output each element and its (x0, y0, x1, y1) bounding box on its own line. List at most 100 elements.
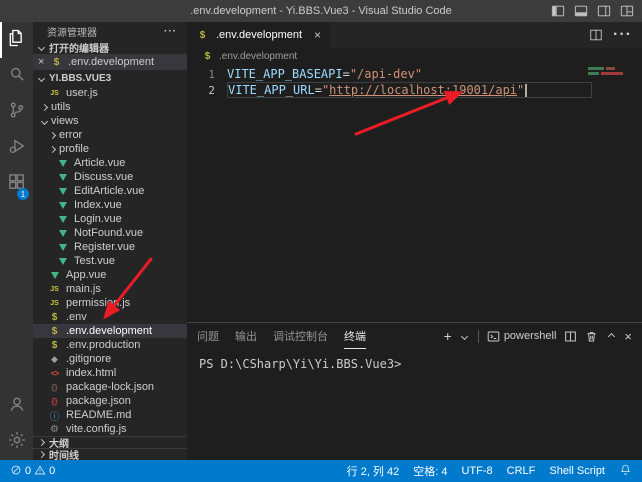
json-lock-file-icon (48, 381, 61, 393)
activity-item-explorer[interactable] (0, 22, 33, 58)
tree-item-index.html[interactable]: index.html (33, 366, 187, 380)
tree-item-user.js[interactable]: user.js (33, 86, 187, 100)
split-editor-icon[interactable] (589, 28, 603, 42)
tree-item-main.js[interactable]: main.js (33, 282, 187, 296)
activity-item-search[interactable] (0, 58, 33, 94)
tree-item-profile[interactable]: profile (33, 142, 187, 156)
problems-indicator[interactable]: 0 0 (10, 464, 55, 479)
close-icon[interactable]: × (314, 29, 321, 41)
tree-item-Article.vue[interactable]: Article.vue (33, 156, 187, 170)
more-actions-icon[interactable]: ··· (613, 26, 632, 44)
breadcrumb-item: .env.development (219, 51, 297, 62)
code-editor[interactable]: 1VITE_APP_BASEAPI="/api-dev"2VITE_APP_UR… (187, 64, 642, 322)
open-editor-label: .env.development (68, 56, 154, 68)
tree-item-EditArticle.vue[interactable]: EditArticle.vue (33, 184, 187, 198)
tree-item-error[interactable]: error (33, 128, 187, 142)
tree-item-.env.production[interactable]: .env.production (33, 338, 187, 352)
notifications-bell-icon[interactable] (619, 463, 632, 479)
terminal-profile[interactable]: powershell (487, 330, 557, 343)
warning-count: 0 (49, 465, 55, 477)
kill-terminal-icon[interactable] (585, 330, 598, 343)
status-cursor-position[interactable]: 行 2, 列 42 (347, 463, 400, 479)
tree-item-Test.vue[interactable]: Test.vue (33, 254, 187, 268)
chevron-right-icon (39, 102, 49, 112)
panel-tab-problems[interactable]: 问题 (197, 323, 219, 349)
tree-item-README.md[interactable]: README.md (33, 408, 187, 422)
code-line-1[interactable]: 1VITE_APP_BASEAPI="/api-dev" (187, 66, 642, 82)
tree-item-label: Test.vue (74, 255, 115, 267)
title-bar: .env.development - Yi.BBS.Vue3 - Visual … (0, 0, 642, 22)
tree-item-Discuss.vue[interactable]: Discuss.vue (33, 170, 187, 184)
toggle-secondary-sidebar-icon[interactable] (597, 4, 611, 18)
panel-tabs: 问题输出调试控制台终端 (197, 323, 382, 349)
sidebar-title-row: 资源管理器 ··· (33, 22, 187, 40)
timeline-section-header[interactable]: 时间线 (33, 448, 187, 460)
activity-item-account[interactable] (0, 388, 33, 424)
token-string: "/api-dev" (350, 67, 422, 81)
terminal-content[interactable]: PS D:\CSharp\Yi\Yi.BBS.Vue3> (187, 349, 642, 460)
maximize-panel-icon[interactable] (606, 331, 616, 341)
tree-item-.env[interactable]: .env (33, 310, 187, 324)
customize-layout-icon[interactable] (620, 4, 634, 18)
terminal-icon (487, 330, 500, 343)
activity-item-extensions[interactable]: 1 (0, 166, 33, 202)
toggle-panel-icon[interactable] (574, 4, 588, 18)
status-eol[interactable]: CRLF (507, 465, 536, 477)
tree-item-label: permission.js (66, 297, 130, 309)
editor-tab-bar: .env.development × ··· (187, 22, 642, 48)
window-title: .env.development - Yi.BBS.Vue3 - Visual … (190, 5, 452, 17)
tree-item-.gitignore[interactable]: .gitignore (33, 352, 187, 366)
extensions-badge: 1 (17, 188, 29, 200)
status-language-mode[interactable]: Shell Script (549, 465, 605, 477)
split-terminal-icon[interactable] (564, 330, 577, 343)
code-line-2[interactable]: 2VITE_APP_URL="http://localhost:19001/ap… (187, 82, 642, 98)
tree-item-utils[interactable]: utils (33, 100, 187, 114)
tree-item-permission.js[interactable]: permission.js (33, 296, 187, 310)
terminal-dropdown-icon[interactable] (460, 331, 470, 341)
tree-item-vite.config.js[interactable]: vite.config.js (33, 422, 187, 436)
open-editors-label: 打开的编辑器 (49, 40, 109, 55)
tree-item-NotFound.vue[interactable]: NotFound.vue (33, 226, 187, 240)
activity-item-settings[interactable] (0, 424, 33, 460)
status-encoding[interactable]: UTF-8 (461, 465, 492, 477)
open-editor-item[interactable]: × .env.development (33, 54, 187, 70)
separator (478, 330, 479, 343)
panel-tab-output[interactable]: 输出 (235, 323, 257, 349)
error-count: 0 (25, 465, 31, 477)
more-actions-icon[interactable]: ··· (164, 26, 177, 37)
open-editors-section-header[interactable]: 打开的编辑器 (33, 40, 187, 54)
terminal-prompt: PS D:\CSharp\Yi\Yi.BBS.Vue3> (199, 357, 642, 371)
token-operator: = (343, 67, 350, 81)
files-icon (7, 28, 27, 53)
tree-item-.env.development[interactable]: .env.development (33, 324, 187, 338)
activity-item-run-debug[interactable] (0, 130, 33, 166)
close-icon[interactable]: × (38, 57, 50, 68)
title-bar-actions (551, 0, 634, 22)
token-string: " (517, 83, 524, 97)
close-panel-icon[interactable]: × (624, 329, 632, 344)
status-right-items: 行 2, 列 42 空格: 4 UTF-8 CRLF Shell Script (347, 463, 605, 479)
tree-item-Login.vue[interactable]: Login.vue (33, 212, 187, 226)
toggle-sidebar-icon[interactable] (551, 4, 565, 18)
project-root-header[interactable]: YI.BBS.VUE3 (33, 70, 187, 86)
panel-tab-terminal[interactable]: 终端 (344, 323, 366, 349)
code-lines: 1VITE_APP_BASEAPI="/api-dev"2VITE_APP_UR… (187, 66, 642, 98)
editor-actions: ··· (589, 22, 642, 48)
minimap[interactable] (588, 67, 632, 77)
tree-item-label: Login.vue (74, 213, 122, 225)
activity-item-source-control[interactable] (0, 94, 33, 130)
status-indentation[interactable]: 空格: 4 (413, 463, 447, 479)
tree-item-Index.vue[interactable]: Index.vue (33, 198, 187, 212)
tree-item-Register.vue[interactable]: Register.vue (33, 240, 187, 254)
new-terminal-icon[interactable]: + (444, 328, 452, 344)
tab-env-development[interactable]: .env.development × (187, 22, 330, 48)
token-variable: VITE_APP_BASEAPI (227, 67, 343, 81)
panel-tab-debug-console[interactable]: 调试控制台 (273, 323, 328, 349)
breadcrumb[interactable]: .env.development (187, 48, 642, 64)
tree-item-package.json[interactable]: package.json (33, 394, 187, 408)
tree-item-views[interactable]: views (33, 114, 187, 128)
tree-item-App.vue[interactable]: App.vue (33, 268, 187, 282)
md-file-icon (48, 409, 61, 421)
env-file-icon (48, 311, 61, 323)
tree-item-package-lock.json[interactable]: package-lock.json (33, 380, 187, 394)
